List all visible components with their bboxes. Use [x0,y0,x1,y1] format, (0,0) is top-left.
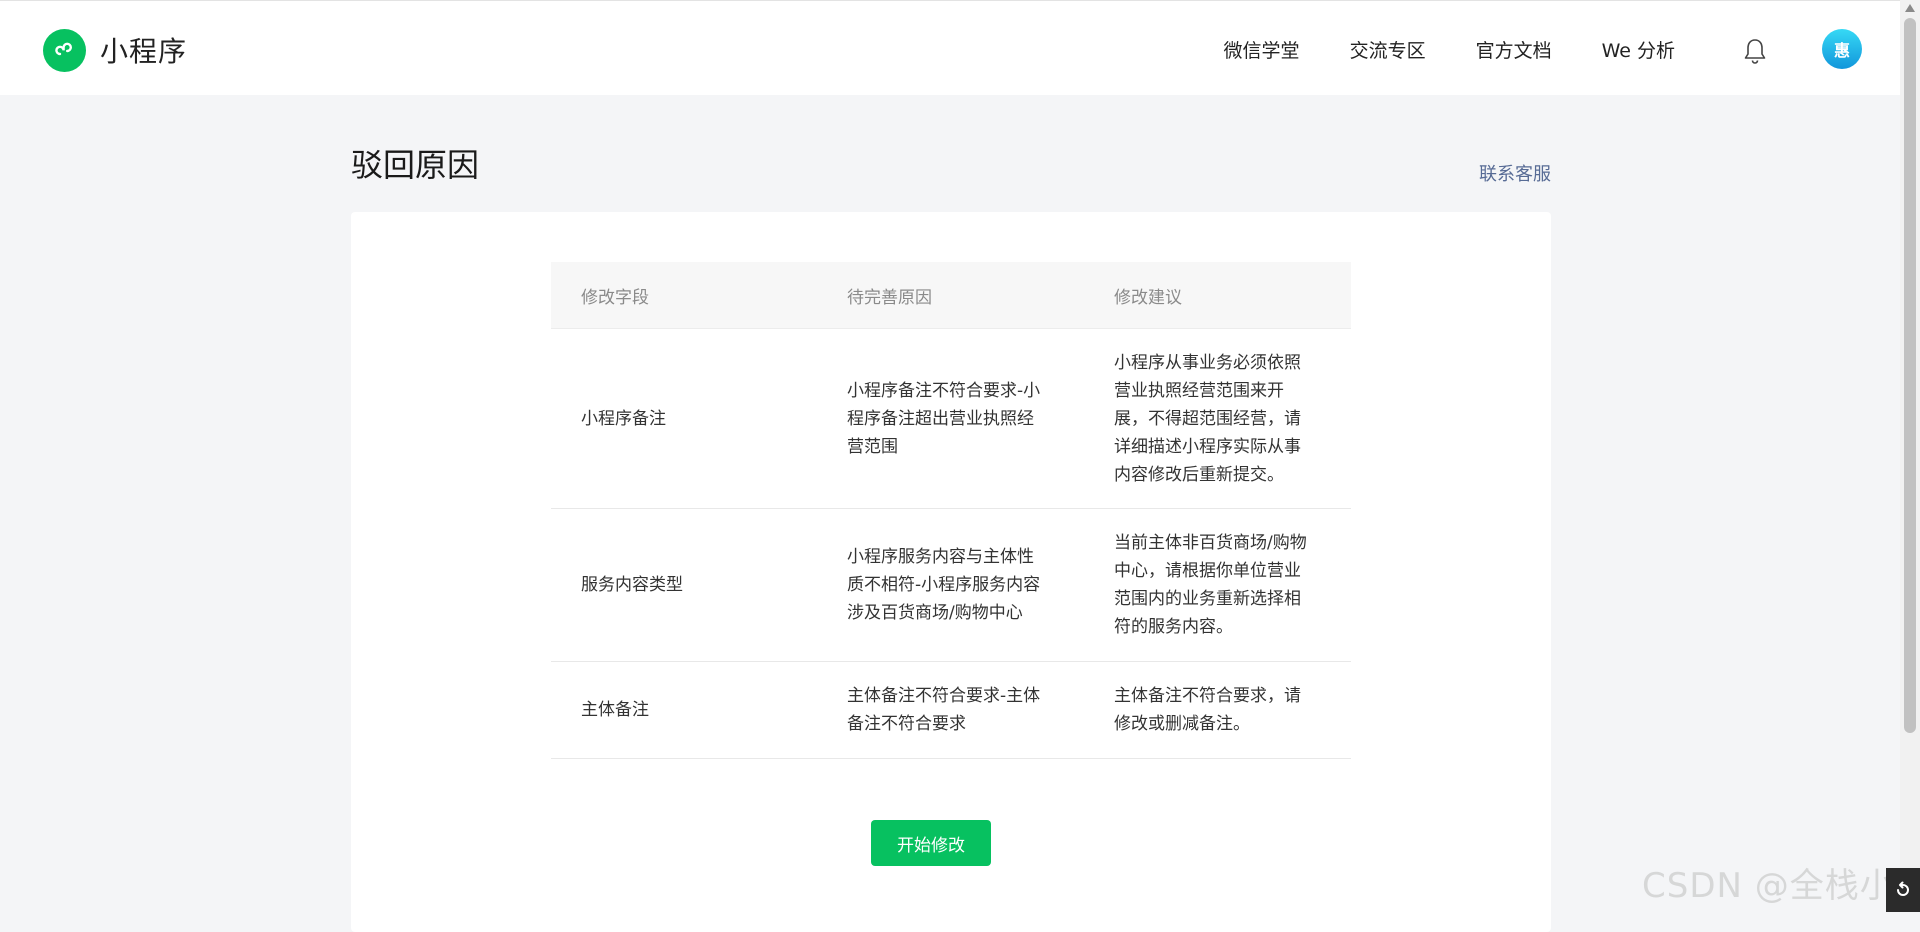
nav-item-community[interactable]: 交流专区 [1350,36,1426,63]
row-field: 小程序备注 [581,408,666,429]
page-scrollbar[interactable] [1900,0,1920,912]
csdn-corner-widget-icon[interactable] [1886,868,1920,912]
wechat-miniprogram-logo-icon [43,28,86,72]
top-navigation-bar: 小程序 微信学堂 交流专区 官方文档 We 分析 惠 [0,0,1900,95]
column-header-field: 修改字段 [581,287,649,308]
top-nav: 微信学堂 交流专区 官方文档 We 分析 [1174,31,1675,67]
nav-item-we-analytics[interactable]: We 分析 [1602,36,1675,63]
row-suggestion: 小程序从事业务必须依照营业执照经营范围来开展，不得超范围经营，请详细描述小程序实… [1114,352,1301,485]
nav-item-official-docs[interactable]: 官方文档 [1476,36,1552,63]
nav-item-wechat-academy[interactable]: 微信学堂 [1224,36,1300,63]
csdn-watermark: CSDN @全栈小5 [1642,866,1918,906]
logo-text: 小程序 [100,35,188,68]
rejection-table: 修改字段 待完善原因 修改建议 小程序备注 小程序备注不符合要求-小程序备注超出… [551,262,1351,759]
row-reason: 小程序备注不符合要求-小程序备注超出营业执照经营范围 [847,380,1041,457]
rejection-reason-card: 修改字段 待完善原因 修改建议 小程序备注 小程序备注不符合要求-小程序备注超出… [351,212,1551,932]
avatar[interactable]: 惠 [1822,29,1862,69]
scroll-up-arrow-icon[interactable] [1905,4,1915,12]
table-row: 主体备注 主体备注不符合要求-主体备注不符合要求 主体备注不符合要求，请修改或删… [551,662,1351,759]
page-title: 驳回原因 [351,146,480,184]
row-suggestion: 主体备注不符合要求，请修改或删减备注。 [1114,686,1301,734]
row-reason: 小程序服务内容与主体性质不相符-小程序服务内容涉及百货商场/购物中心 [847,547,1041,623]
bell-icon[interactable] [1742,37,1768,65]
row-field: 主体备注 [581,700,649,720]
miniprogram-logo[interactable]: 小程序 [43,28,188,72]
scrollbar-thumb[interactable] [1904,18,1916,733]
table-row: 服务内容类型 小程序服务内容与主体性质不相符-小程序服务内容涉及百货商场/购物中… [551,509,1351,662]
contact-support-link[interactable]: 联系客服 [1479,160,1551,186]
column-header-suggestion: 修改建议 [1114,287,1182,308]
row-reason: 主体备注不符合要求-主体备注不符合要求 [847,686,1041,734]
table-header: 修改字段 待完善原因 修改建议 [551,262,1351,329]
table-row: 小程序备注 小程序备注不符合要求-小程序备注超出营业执照经营范围 小程序从事业务… [551,329,1351,509]
row-suggestion: 当前主体非百货商场/购物中心，请根据你单位营业范围内的业务重新选择相符的服务内容… [1114,533,1307,637]
row-field: 服务内容类型 [581,575,683,595]
start-edit-button[interactable]: 开始修改 [871,820,991,866]
column-header-reason: 待完善原因 [847,287,932,308]
